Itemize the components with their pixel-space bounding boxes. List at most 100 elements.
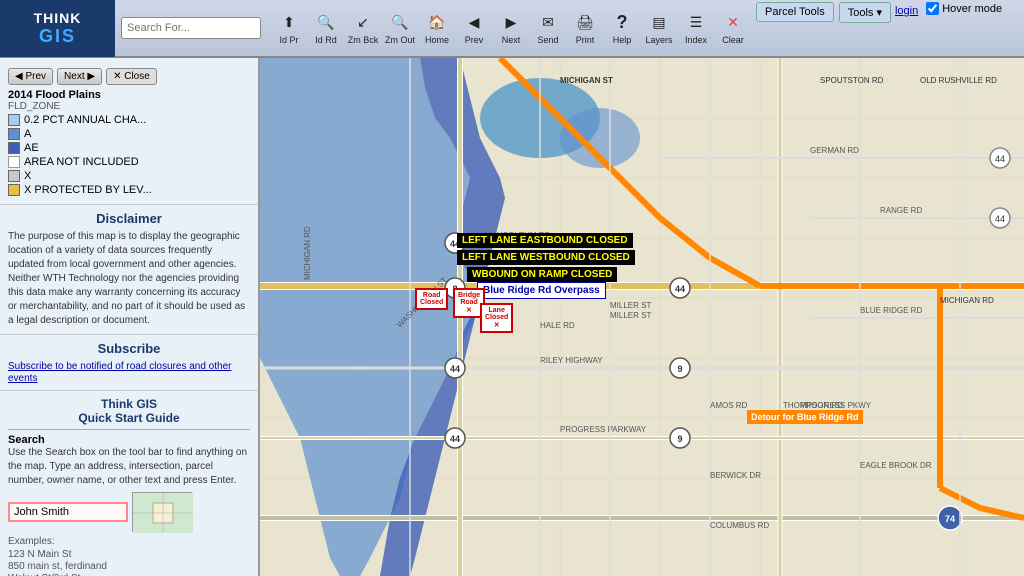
detour-label: Detour for Blue Ridge Rd	[747, 410, 863, 424]
blue-ridge-label: Blue Ridge Rd Overpass	[477, 282, 606, 299]
login-button[interactable]: login	[892, 2, 921, 20]
prev-nav-button[interactable]: ◀ Prev	[8, 68, 53, 85]
legend-color-swatch	[8, 142, 20, 154]
hover-mode-label: Hover mode	[942, 3, 1002, 15]
list-item: X PROTECTED BY LEV...	[8, 184, 250, 196]
map-svg: MICHIGAN RD THOMPSON RD PROGRESS PARKWAY…	[260, 58, 1024, 576]
legend-item-label: A	[24, 128, 31, 140]
svg-text:44: 44	[450, 434, 460, 444]
list-item: A	[8, 128, 250, 140]
logo-think: THINK	[34, 10, 82, 26]
search-thumbnail	[132, 492, 192, 532]
quickstart-subtitle: Quick Start Guide	[8, 411, 250, 425]
westbound-closed-label: LEFT LANE WESTBOUND CLOSED	[457, 250, 635, 265]
svg-text:9: 9	[677, 434, 682, 444]
examples-section: Examples: 123 N Main St 850 main st, fer…	[8, 536, 250, 576]
prev-icon: ◀	[462, 10, 486, 34]
example-item: 850 main st, ferdinand	[8, 561, 250, 572]
send-button[interactable]: ✉ Send	[530, 2, 566, 54]
tool-buttons: ⬆ Id Pr 🔍 Id Rd ↙ Zm Bck 🔍 Zm Out 🏠 Home…	[267, 0, 1024, 56]
svg-text:HALE RD: HALE RD	[540, 321, 575, 330]
print-icon: 🖨	[573, 10, 597, 34]
quickstart-section: Think GIS Quick Start Guide Search Use t…	[0, 391, 258, 576]
nav-buttons: ◀ Prev Next ▶ ✕ Close	[8, 68, 250, 85]
svg-text:MILLER ST: MILLER ST	[610, 311, 651, 320]
layers-button[interactable]: ▤ Layers	[641, 2, 677, 54]
print-button[interactable]: 🖨 Print	[567, 2, 603, 54]
search-input[interactable]	[121, 17, 261, 39]
legend-section: ◀ Prev Next ▶ ✕ Close 2014 Flood Plains …	[0, 58, 258, 205]
index-button[interactable]: ☰ Index	[678, 2, 714, 54]
legend-color-swatch	[8, 170, 20, 182]
prev-button[interactable]: ◀ Prev	[456, 2, 492, 54]
svg-text:GERMAN RD: GERMAN RD	[810, 146, 859, 155]
zm-bck-icon: ↙	[351, 10, 375, 34]
parcel-tools-button[interactable]: Parcel Tools	[756, 2, 834, 22]
clear-button[interactable]: ✕ Clear	[715, 2, 751, 54]
help-label: Help	[613, 36, 632, 46]
send-label: Send	[537, 36, 558, 46]
hover-mode-checkbox[interactable]	[926, 2, 939, 15]
svg-text:BERWICK DR: BERWICK DR	[710, 471, 761, 480]
next-nav-button[interactable]: Next ▶	[57, 68, 102, 85]
svg-text:44: 44	[995, 154, 1005, 164]
svg-text:MICHIGAN RD: MICHIGAN RD	[940, 296, 994, 305]
id-rd-label: Id Rd	[315, 36, 337, 46]
help-button[interactable]: ? Help	[604, 2, 640, 54]
search-section-title: Search	[8, 434, 250, 446]
disclaimer-section: Disclaimer The purpose of this map is to…	[0, 205, 258, 335]
svg-text:MICHIGAN ST: MICHIGAN ST	[560, 76, 613, 85]
svg-text:MILLER ST: MILLER ST	[610, 301, 651, 310]
search-field[interactable]	[8, 502, 128, 522]
home-button[interactable]: 🏠 Home	[419, 2, 455, 54]
clear-label: Clear	[722, 36, 744, 46]
svg-text:RANGE RD: RANGE RD	[880, 206, 922, 215]
svg-text:AMOS RD: AMOS RD	[710, 401, 748, 410]
map-area[interactable]: MICHIGAN RD THOMPSON RD PROGRESS PARKWAY…	[260, 58, 1024, 576]
tools-button[interactable]: Tools ▾	[839, 2, 891, 23]
id-rd-icon: 🔍	[314, 10, 338, 34]
road-closed-sign-1: RoadClosed	[415, 288, 448, 310]
next-icon: ▶	[499, 10, 523, 34]
legend-color-swatch	[8, 114, 20, 126]
svg-text:PROGRESS PARKWAY: PROGRESS PARKWAY	[560, 425, 647, 434]
hover-mode-toggle[interactable]: Hover mode	[922, 2, 1006, 15]
zm-bck-label: Zm Bck	[348, 36, 379, 46]
index-label: Index	[685, 36, 707, 46]
clear-icon: ✕	[721, 10, 745, 34]
quickstart-title: Think GIS	[8, 397, 250, 411]
search-box-area	[115, 17, 267, 39]
list-item: AREA NOT INCLUDED	[8, 156, 250, 168]
svg-text:44: 44	[675, 284, 685, 294]
legend-item-label: AREA NOT INCLUDED	[24, 156, 139, 168]
toolbar: THINK GIS ⬆ Id Pr 🔍 Id Rd ↙ Zm Bck 🔍 Zm …	[0, 0, 1024, 58]
zm-bck-button[interactable]: ↙ Zm Bck	[345, 2, 381, 54]
svg-text:COLUMBUS RD: COLUMBUS RD	[710, 521, 769, 530]
disclaimer-text: The purpose of this map is to display th…	[8, 230, 250, 328]
left-panel: ◀ Prev Next ▶ ✕ Close 2014 Flood Plains …	[0, 58, 260, 576]
eastbound-closed-label: LEFT LANE EASTBOUND CLOSED	[457, 233, 633, 248]
id-rd-button[interactable]: 🔍 Id Rd	[308, 2, 344, 54]
send-icon: ✉	[536, 10, 560, 34]
legend-item-label: X PROTECTED BY LEV...	[24, 184, 152, 196]
subscribe-link[interactable]: Subscribe to be notified of road closure…	[8, 361, 231, 384]
zm-out-label: Zm Out	[385, 36, 415, 46]
next-label: Next	[502, 36, 521, 46]
legend-items: 0.2 PCT ANNUAL CHA... A AE AREA NOT INCL…	[8, 114, 250, 196]
svg-text:BLUE RIDGE RD: BLUE RIDGE RD	[860, 306, 922, 315]
id-pr-button[interactable]: ⬆ Id Pr	[271, 2, 307, 54]
svg-text:MICHIGAN RD: MICHIGAN RD	[303, 226, 312, 280]
svg-text:9: 9	[677, 364, 682, 374]
legend-item-label: AE	[24, 142, 39, 154]
svg-text:44: 44	[450, 364, 460, 374]
road-closed-sign-3: LaneClosed✕	[480, 303, 513, 333]
prev-label: Prev	[465, 36, 484, 46]
list-item: AE	[8, 142, 250, 154]
layers-label: Layers	[645, 36, 672, 46]
close-nav-button[interactable]: ✕ Close	[106, 68, 157, 85]
logo: THINK GIS	[0, 0, 115, 57]
home-label: Home	[425, 36, 449, 46]
svg-text:44: 44	[995, 214, 1005, 224]
next-button[interactable]: ▶ Next	[493, 2, 529, 54]
zm-out-button[interactable]: 🔍 Zm Out	[382, 2, 418, 54]
